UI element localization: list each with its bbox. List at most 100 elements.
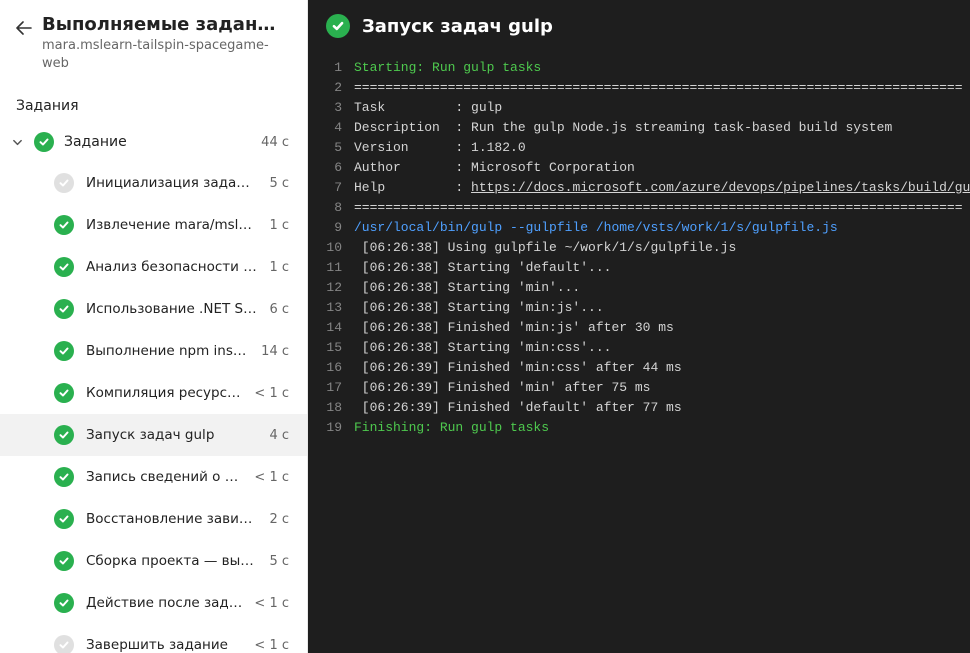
log-text-segment: /usr/local/bin/gulp --gulpfile /home/vst… xyxy=(354,220,838,235)
step-row[interactable]: Компиляция ресурсов S...< 1 с xyxy=(0,372,307,414)
step-row[interactable]: Завершить задание < 1 с xyxy=(0,624,307,653)
log-line-text: Version : 1.182.0 xyxy=(354,138,970,158)
log-line-text: Help : https://docs.microsoft.com/azure/… xyxy=(354,178,970,198)
arrow-left-icon xyxy=(16,21,32,40)
log-line: 9/usr/local/bin/gulp --gulpfile /home/vs… xyxy=(308,218,970,238)
log-line-text: ========================================… xyxy=(354,198,970,218)
log-line-text: [06:26:38] Using gulpfile ~/work/1/s/gul… xyxy=(354,238,970,258)
log-text-segment: ========================================… xyxy=(354,80,963,95)
log-text-segment: ========================================… xyxy=(354,200,963,215)
log-line: 17 [06:26:39] Finished 'min' after 75 ms xyxy=(308,378,970,398)
log-line-text: Task : gulp xyxy=(354,98,970,118)
check-circle-icon xyxy=(54,425,74,445)
log-line-text: [06:26:38] Finished 'min:js' after 30 ms xyxy=(354,318,970,338)
log-line-number: 8 xyxy=(308,198,354,218)
check-circle-icon xyxy=(54,215,74,235)
step-duration: < 1 с xyxy=(254,470,289,485)
neutral-check-icon xyxy=(54,635,74,653)
log-line: 3Task : gulp xyxy=(308,98,970,118)
log-line: 11 [06:26:38] Starting 'default'... xyxy=(308,258,970,278)
check-circle-icon xyxy=(54,257,74,277)
step-row[interactable]: Анализ безопасности Nu...1 с xyxy=(0,246,307,288)
log-line-text: Starting: Run gulp tasks xyxy=(354,58,970,78)
check-circle-icon xyxy=(326,14,350,38)
back-button[interactable] xyxy=(16,14,32,40)
log-text-segment: Help : xyxy=(354,180,471,195)
log-text-segment: [06:26:39] Finished 'default' after 77 m… xyxy=(354,400,682,415)
check-circle-icon xyxy=(54,341,74,361)
log-line: 1Starting: Run gulp tasks xyxy=(308,58,970,78)
log-line-number: 6 xyxy=(308,158,354,178)
log-line-number: 7 xyxy=(308,178,354,198)
step-row[interactable]: Запись сведений о сбо... < 1 с xyxy=(0,456,307,498)
log-line: 7Help : https://docs.microsoft.com/azure… xyxy=(308,178,970,198)
step-name: Восстановление зависи... xyxy=(86,511,257,527)
neutral-check-icon xyxy=(54,173,74,193)
log-line-number: 14 xyxy=(308,318,354,338)
step-row[interactable]: Запуск задач gulp 4 с xyxy=(0,414,307,456)
step-duration: 6 с xyxy=(269,302,289,317)
log-line: 14 [06:26:38] Finished 'min:js' after 30… xyxy=(308,318,970,338)
check-circle-icon xyxy=(54,551,74,571)
step-name: Запись сведений о сбо... xyxy=(86,469,242,485)
step-row[interactable]: Инициализация задания 5 с xyxy=(0,162,307,204)
log-text-segment: [06:26:38] Using gulpfile ~/work/1/s/gul… xyxy=(354,240,736,255)
step-duration: 2 с xyxy=(269,512,289,527)
log-line-text: [06:26:39] Finished 'min' after 75 ms xyxy=(354,378,970,398)
page-title: Выполняемые задан… xyxy=(42,14,291,35)
log-header: Запуск задач gulp xyxy=(308,0,970,52)
step-name: Использование .NET SDK... xyxy=(86,301,257,317)
step-row[interactable]: Восстановление зависи... 2 с xyxy=(0,498,307,540)
log-line-text: [06:26:38] Starting 'default'... xyxy=(354,258,970,278)
log-text-segment: Description : Run the gulp Node.js strea… xyxy=(354,120,892,135)
log-line-number: 3 xyxy=(308,98,354,118)
log-line-number: 19 xyxy=(308,418,354,438)
step-row[interactable]: Действие после задани...< 1 с xyxy=(0,582,307,624)
step-row[interactable]: Сборка проекта — вып...5 с xyxy=(0,540,307,582)
log-line: 13 [06:26:38] Starting 'min:js'... xyxy=(308,298,970,318)
step-duration: 4 с xyxy=(269,428,289,443)
log-line-text: [06:26:38] Starting 'min'... xyxy=(354,278,970,298)
step-duration: < 1 с xyxy=(254,638,289,653)
job-row[interactable]: Задание 44 с xyxy=(0,122,307,162)
log-line: 5Version : 1.182.0 xyxy=(308,138,970,158)
log-line: 16 [06:26:39] Finished 'min:css' after 4… xyxy=(308,358,970,378)
section-label: Задания xyxy=(0,80,307,122)
log-line-number: 2 xyxy=(308,78,354,98)
log-body[interactable]: 1Starting: Run gulp tasks2==============… xyxy=(308,52,970,653)
log-line: 8=======================================… xyxy=(308,198,970,218)
log-link[interactable]: https://docs.microsoft.com/azure/devops/… xyxy=(471,180,970,195)
job-duration: 44 с xyxy=(261,135,289,150)
step-duration: < 1 с xyxy=(254,596,289,611)
step-name: Запуск задач gulp xyxy=(86,427,257,443)
titles: Выполняемые задан… mara.mslearn-tailspin… xyxy=(42,14,291,72)
log-text-segment: Author : Microsoft Corporation xyxy=(354,160,635,175)
step-row[interactable]: Выполнение npm install 14 с xyxy=(0,330,307,372)
log-line-number: 13 xyxy=(308,298,354,318)
step-name: Выполнение npm install xyxy=(86,343,249,359)
step-duration: 5 с xyxy=(269,176,289,191)
log-text-segment: Task : gulp xyxy=(354,100,502,115)
log-line: 15 [06:26:38] Starting 'min:css'... xyxy=(308,338,970,358)
log-text-segment: [06:26:38] Finished 'min:js' after 30 ms xyxy=(354,320,674,335)
log-line-text: [06:26:38] Starting 'min:css'... xyxy=(354,338,970,358)
log-line: 10 [06:26:38] Using gulpfile ~/work/1/s/… xyxy=(308,238,970,258)
step-row[interactable]: Использование .NET SDK... 6 с xyxy=(0,288,307,330)
log-text-segment: Starting: Run gulp tasks xyxy=(354,60,541,75)
log-line: 4Description : Run the gulp Node.js stre… xyxy=(308,118,970,138)
log-text-segment: [06:26:38] Starting 'min'... xyxy=(354,280,580,295)
step-name: Анализ безопасности Nu... xyxy=(86,259,257,275)
step-duration: 14 с xyxy=(261,344,289,359)
log-line-text: Finishing: Run gulp tasks xyxy=(354,418,970,438)
log-text-segment: Finishing: Run gulp tasks xyxy=(354,420,549,435)
log-text-segment: [06:26:38] Starting 'default'... xyxy=(354,260,611,275)
page-subtitle: mara.mslearn-tailspin-spacegame-web xyxy=(42,37,291,72)
step-name: Завершить задание xyxy=(86,637,242,653)
log-line: 18 [06:26:39] Finished 'default' after 7… xyxy=(308,398,970,418)
log-line-text: Author : Microsoft Corporation xyxy=(354,158,970,178)
log-line-text: [06:26:39] Finished 'default' after 77 m… xyxy=(354,398,970,418)
step-row[interactable]: Извлечение mara/mslear...1 с xyxy=(0,204,307,246)
step-name: Инициализация задания xyxy=(86,175,257,191)
log-text-segment: [06:26:39] Finished 'min' after 75 ms xyxy=(354,380,650,395)
step-name: Компиляция ресурсов S... xyxy=(86,385,242,401)
